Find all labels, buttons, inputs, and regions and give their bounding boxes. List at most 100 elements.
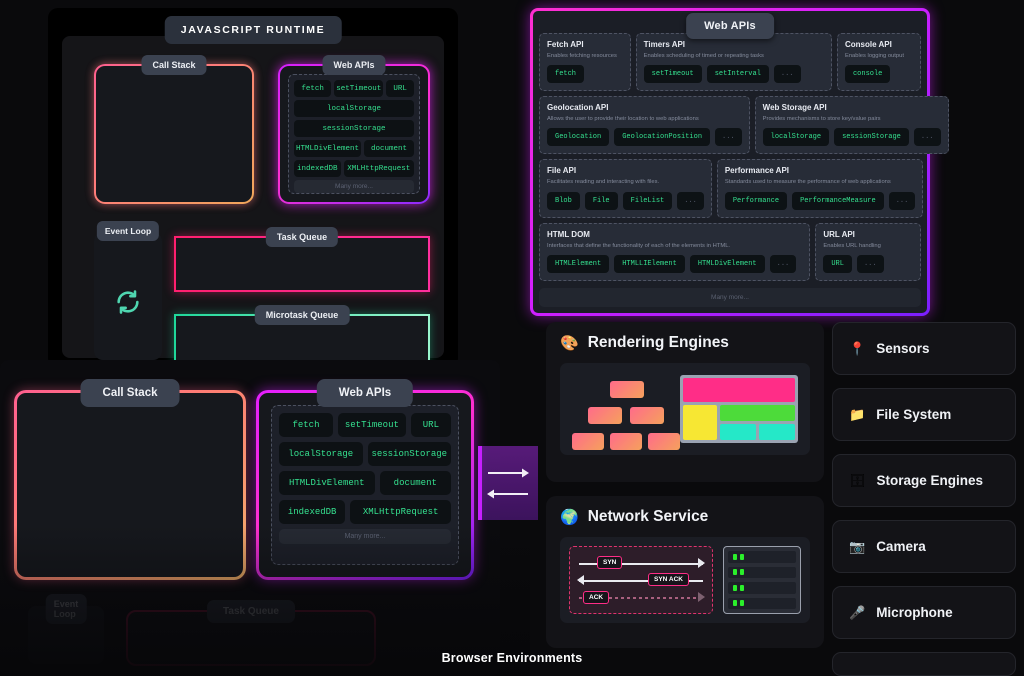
task-queue-box: Task Queue [174, 227, 430, 292]
web-api-chip-row: fetch [547, 65, 623, 84]
api-chip[interactable]: localStorage [762, 128, 830, 147]
api-chip[interactable]: Geolocation [547, 128, 610, 147]
api-chip[interactable]: fetch [279, 413, 333, 437]
api-chip[interactable]: HTMLDivElement [279, 471, 375, 495]
diagram-canvas: JAVASCRIPT RUNTIME Call Stack Web APIs f… [0, 0, 1024, 676]
web-api-card[interactable]: Timers API Enables scheduling of timed or… [635, 33, 832, 92]
web-api-chip-row: localStorage sessionStorage... [762, 128, 941, 147]
page-layout-mockup [680, 375, 798, 443]
web-api-card[interactable]: HTML DOM Interfaces that define the funct… [539, 222, 811, 281]
api-chip[interactable]: indexedDB [279, 500, 346, 524]
handshake-synack-tag: SYN ACK [647, 573, 689, 587]
web-api-card[interactable]: Web Storage API Provides mechanisms to st… [754, 96, 949, 155]
web-api-chip-row: console [844, 65, 913, 84]
database-icon: 🗄 [849, 472, 866, 488]
web-api-card[interactable]: Geolocation API Allows the user to provid… [539, 96, 750, 155]
many-more-label: Many more... [294, 180, 414, 193]
sidebar-item-file-system[interactable]: 📁 File System [832, 388, 1016, 441]
api-chip[interactable]: setTimeout [643, 65, 702, 84]
web-api-card[interactable]: URL API Enables URL handling URL... [815, 222, 921, 281]
web-api-card[interactable]: File API Facilitates reading and interact… [539, 159, 712, 218]
rendering-engines-header: 🎨 Rendering Engines [560, 334, 810, 352]
layout-content-block [719, 405, 795, 421]
call-stack-label: Call Stack [141, 55, 207, 75]
api-chip[interactable]: URL [823, 254, 852, 273]
handshake-syn-tag: SYN [597, 556, 623, 570]
api-chip[interactable]: localStorage [279, 442, 363, 466]
sidebar-item-sensors[interactable]: 📍 Sensors [832, 322, 1016, 375]
handshake-ack-tag: ACK [583, 590, 610, 604]
sidebar-item-microphone[interactable]: 🎤 Microphone [832, 586, 1016, 639]
web-api-card[interactable]: Performance API Standards used to measure… [716, 159, 924, 218]
more-chip[interactable]: ... [769, 254, 797, 273]
network-service-title: Network Service [587, 508, 709, 525]
task-queue-label-faded: Task Queue [207, 600, 295, 623]
network-service-card: 🌍 Network Service SYN SYN ACK ACK [546, 496, 824, 648]
layout-footer-block [719, 424, 756, 440]
bidirectional-connector [478, 446, 538, 520]
api-chip[interactable]: indexedDB [294, 160, 341, 177]
api-chip[interactable]: GeolocationPosition [614, 128, 711, 147]
api-chip[interactable]: HTMLLIElement [614, 254, 685, 273]
api-chip[interactable]: fetch [547, 65, 585, 84]
api-chip[interactable]: setTimeout [334, 80, 384, 97]
more-chip[interactable]: ... [773, 65, 801, 84]
web-apis-panel-title: Web APIs [686, 13, 774, 39]
status-led [740, 553, 744, 560]
api-chip[interactable]: URL [410, 413, 451, 437]
api-chip[interactable]: setTimeout [338, 413, 406, 437]
api-chip[interactable]: fetch [294, 80, 332, 97]
api-chip[interactable]: PerformanceMeasure [792, 191, 884, 210]
call-stack-label-large: Call Stack [80, 379, 180, 407]
status-led [733, 553, 737, 560]
page-caption: Browser Environments [441, 651, 583, 665]
api-chip[interactable]: HTMLDivElement [294, 140, 362, 157]
camera-icon: 📷 [849, 538, 866, 554]
api-chip[interactable]: document [379, 471, 452, 495]
more-chip[interactable]: ... [856, 254, 884, 273]
status-led [740, 600, 744, 607]
api-chip[interactable]: XMLHttpRequest [350, 500, 451, 524]
web-apis-card-list: Fetch API Enables fetching resources fetch… [539, 17, 949, 307]
dom-node [630, 407, 664, 424]
api-chip[interactable]: Performance [724, 191, 788, 210]
sidebar-item-label: Storage Engines [876, 473, 984, 488]
api-chip[interactable]: localStorage [294, 100, 414, 117]
api-chip[interactable]: URL [386, 80, 414, 97]
more-chip[interactable]: ... [888, 191, 916, 210]
web-api-card-description: Allows the user to provide their locatio… [547, 116, 699, 123]
sidebar-item-camera[interactable]: 📷 Camera [832, 520, 1016, 573]
more-chip[interactable]: ... [677, 191, 704, 210]
api-chip[interactable]: console [844, 65, 891, 84]
dom-tree-diagram [572, 375, 680, 450]
api-chip[interactable]: File [584, 191, 618, 210]
api-chip[interactable]: HTMLDivElement [689, 254, 765, 273]
web-api-card-title: File API [547, 166, 577, 176]
more-chip[interactable]: ... [913, 128, 941, 147]
handshake-step: SYN ACK [575, 572, 707, 588]
api-chip[interactable]: FileList [622, 191, 673, 210]
web-api-card-description: Enables URL handling [823, 242, 881, 249]
rendering-engines-title: Rendering Engines [587, 334, 729, 351]
api-chip[interactable]: HTMLElement [547, 254, 610, 273]
javascript-runtime-panel: JAVASCRIPT RUNTIME Call Stack Web APIs f… [48, 8, 458, 368]
api-chip[interactable]: setInterval [706, 65, 769, 84]
web-api-chip-row: Performance PerformanceMeasure... [724, 191, 916, 210]
api-chip[interactable]: sessionStorage [834, 128, 909, 147]
api-chip[interactable]: document [364, 140, 414, 157]
layout-footer-row [719, 424, 795, 440]
server-rack-icon [723, 546, 801, 614]
web-api-card[interactable]: Console API Enables logging output console [836, 33, 921, 92]
web-api-card[interactable]: Fetch API Enables fetching resources fetch [539, 33, 631, 92]
sidebar-item-storage-engines[interactable]: 🗄 Storage Engines [832, 454, 1016, 507]
more-chip[interactable]: ... [715, 128, 742, 147]
javascript-runtime-title: JAVASCRIPT RUNTIME [164, 16, 342, 44]
task-queue-label: Task Queue [265, 227, 339, 247]
api-chip[interactable]: sessionStorage [367, 442, 451, 466]
api-chip[interactable]: XMLHttpRequest [343, 160, 414, 177]
api-chip[interactable]: Blob [547, 191, 580, 210]
web-api-card-title: Geolocation API [547, 103, 609, 113]
api-chip[interactable]: sessionStorage [294, 120, 414, 137]
web-api-card-title: HTML DOM [547, 229, 590, 239]
web-apis-chip-grid: fetch setTimeout URL localStorage sessionSto… [288, 74, 420, 194]
